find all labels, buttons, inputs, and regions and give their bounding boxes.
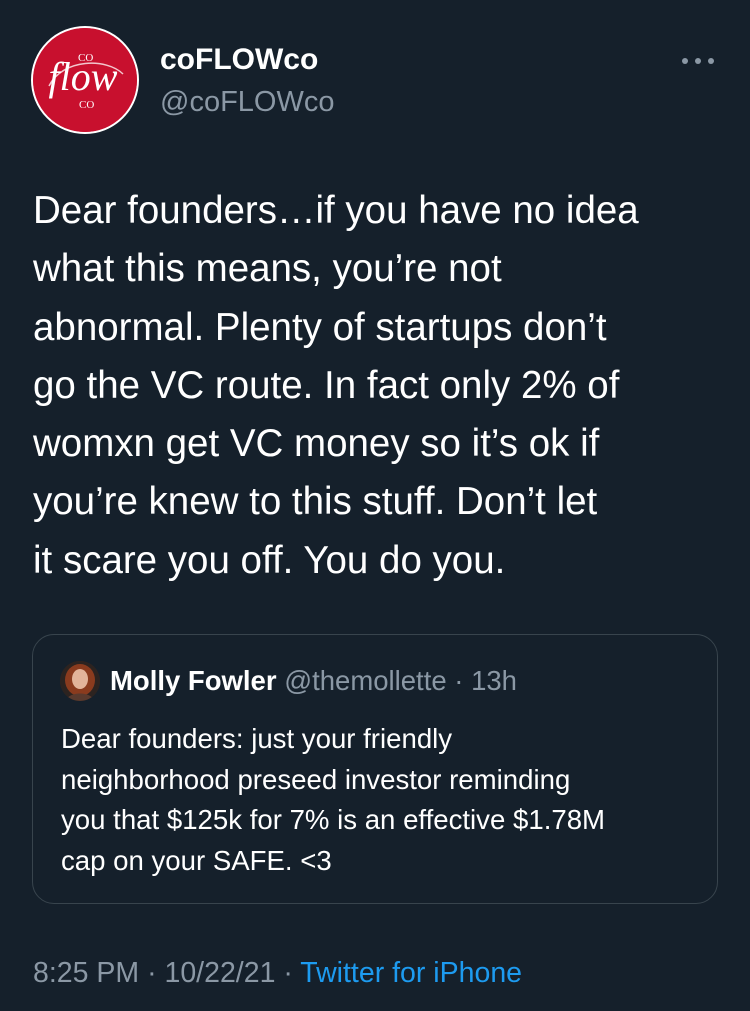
author-display-name[interactable]: coFLOWco (160, 42, 318, 78)
footer-separator: · (147, 957, 157, 989)
more-horizontal-icon (682, 58, 688, 64)
quoted-tweet-card[interactable]: Molly Fowler @themollette · 13h Dear fou… (32, 634, 718, 904)
flow-logo-icon: CO flow CO (33, 28, 137, 132)
quoted-display-name: Molly Fowler (110, 665, 277, 696)
tweet-date[interactable]: 10/22/21 (164, 957, 275, 989)
quoted-time: 13h (471, 665, 517, 696)
tweet-source-link[interactable]: Twitter for iPhone (300, 957, 522, 989)
author-handle[interactable]: @coFLOWco (160, 84, 334, 120)
author-avatar[interactable]: CO flow CO (31, 26, 139, 134)
more-options-button[interactable] (676, 44, 720, 76)
tweet-footer: 8:25 PM · 10/22/21 · Twitter for iPhone (33, 953, 522, 993)
avatar-small-bottom-text: CO (79, 99, 94, 111)
quoted-author-avatar (60, 661, 100, 701)
quoted-author-row: Molly Fowler @themollette · 13h (110, 663, 517, 699)
quoted-handle: @themollette (284, 665, 447, 696)
tweet-detail: CO flow CO coFLOWco @coFLOWco Dear found… (0, 0, 750, 1011)
tweet-time[interactable]: 8:25 PM (33, 957, 139, 989)
quoted-separator: · (454, 665, 464, 696)
tweet-text: Dear founders…if you have no idea what t… (33, 189, 639, 582)
person-avatar-icon (60, 661, 100, 701)
footer-separator: · (283, 957, 293, 989)
avatar-logo-text: flow (49, 54, 118, 99)
quoted-tweet-text: Dear founders: just your friendly neighb… (61, 723, 606, 876)
